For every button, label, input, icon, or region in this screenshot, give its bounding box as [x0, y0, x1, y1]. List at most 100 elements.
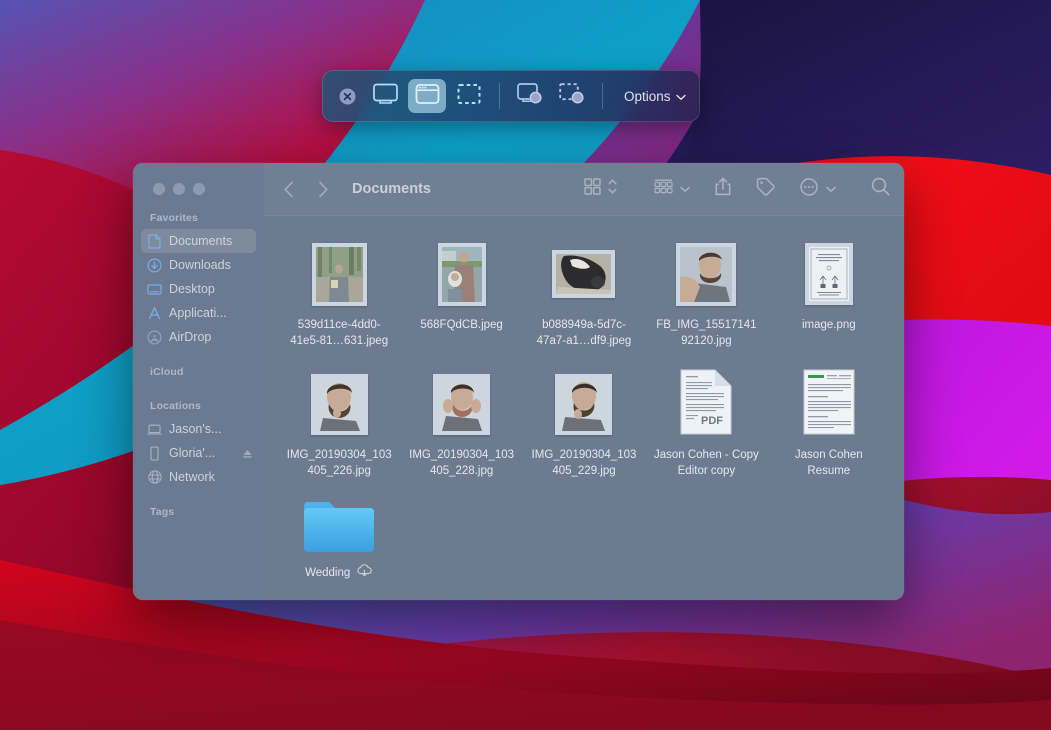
- file-item[interactable]: PDF Jason Cohen - Copy Editor copy: [645, 365, 767, 495]
- chevron-right-icon[interactable]: [310, 176, 336, 202]
- sidebar-item-label: AirDrop: [169, 330, 212, 344]
- icloud-download-icon[interactable]: [356, 564, 373, 583]
- tag-button[interactable]: [756, 177, 775, 201]
- sidebar-item-airdrop[interactable]: AirDrop: [141, 325, 256, 349]
- sidebar-item-desktop[interactable]: Desktop: [141, 277, 256, 301]
- globe-icon: [147, 470, 162, 485]
- search-icon: [871, 177, 890, 201]
- file-thumbnail: [803, 369, 855, 439]
- file-thumbnail: [804, 239, 853, 309]
- file-name: FB_IMG_15517141 92120.jpg: [656, 319, 757, 347]
- sidebar-section-locations: Locations: [150, 400, 201, 412]
- sidebar-item-glorias-iphone[interactable]: Gloria'...: [141, 441, 256, 465]
- file-thumbnail: [555, 369, 613, 439]
- file-thumbnail: [433, 369, 491, 439]
- sidebar-item-applications[interactable]: Applicati...: [141, 301, 256, 325]
- capture-selected-window-button[interactable]: [408, 79, 446, 113]
- icon-view-button[interactable]: [584, 178, 617, 200]
- capture-entire-screen-button[interactable]: [366, 79, 404, 113]
- chevron-left-icon[interactable]: [276, 176, 302, 202]
- more-actions-button[interactable]: [800, 177, 836, 201]
- toolbar-divider-1: [499, 83, 500, 109]
- record-entire-screen-button[interactable]: [511, 79, 549, 113]
- file-name: image.png: [801, 319, 856, 331]
- sidebar-section-favorites: Favorites: [150, 212, 199, 224]
- chevron-down-icon: [680, 180, 690, 198]
- finder-main-pane: Documents 539d11ce-4dd0-41e5-81…631.jpeg…: [264, 163, 904, 600]
- capture-selected-portion-icon: [457, 83, 481, 110]
- laptop-icon: [147, 422, 162, 437]
- photo-thumb-portrait-chin: [559, 377, 609, 431]
- minimize-window-button[interactable]: [173, 183, 185, 195]
- file-item[interactable]: 568FQdCB.jpeg: [400, 235, 522, 365]
- record-selected-portion-button[interactable]: [553, 79, 591, 113]
- iphone-icon: [147, 445, 162, 461]
- options-button[interactable]: Options: [624, 89, 686, 104]
- capture-selected-window-icon: [415, 83, 440, 110]
- group-by-button[interactable]: [654, 179, 690, 200]
- file-item[interactable]: b088949a-5d7c-47a7-a1…df9.jpeg: [523, 235, 645, 365]
- file-name: IMG_20190304_103405_228.jpg: [409, 449, 515, 477]
- sidebar-item-label: Gloria'...: [169, 446, 216, 460]
- file-item[interactable]: IMG_20190304_103405_229.jpg: [523, 365, 645, 495]
- file-item[interactable]: Wedding: [278, 495, 400, 600]
- file-thumbnail: [311, 239, 367, 309]
- file-item[interactable]: 539d11ce-4dd0-41e5-81…631.jpeg: [278, 235, 400, 365]
- capture-entire-screen-icon: [372, 83, 398, 110]
- photo-thumb-portrait-man: [680, 246, 733, 302]
- photo-thumb-portrait-thinking: [314, 377, 364, 431]
- sidebar-item-downloads[interactable]: Downloads: [141, 253, 256, 277]
- close-icon[interactable]: [339, 88, 356, 105]
- options-label: Options: [624, 88, 671, 104]
- downloads-icon: [147, 257, 162, 273]
- applications-icon: [147, 306, 162, 321]
- file-thumbnail: [437, 239, 486, 309]
- chevron-down-icon: [675, 89, 686, 104]
- icon-view-icon: [584, 178, 601, 200]
- sidebar-item-label: Documents: [169, 234, 233, 248]
- finder-sidebar: Favorites Documents Downloads Desktop Ap…: [133, 163, 264, 600]
- toolbar-divider-2: [602, 83, 603, 109]
- chevron-down-icon: [826, 180, 836, 198]
- tag-icon: [756, 177, 775, 201]
- desktop-icon: [147, 282, 162, 297]
- search-button[interactable]: [871, 177, 890, 201]
- file-item[interactable]: IMG_20190304_103405_228.jpg: [400, 365, 522, 495]
- file-name: IMG_20190304_103405_226.jpg: [286, 449, 392, 477]
- file-name: Jason Cohen - Copy Editor copy: [653, 449, 759, 477]
- file-item[interactable]: FB_IMG_15517141 92120.jpg: [645, 235, 767, 365]
- screenshot-capture-toolbar[interactable]: Options: [322, 70, 700, 122]
- file-thumbnail: [310, 369, 368, 439]
- share-icon: [715, 177, 731, 201]
- document-file-icon: [803, 369, 855, 440]
- sidebar-item-jasons-mac[interactable]: Jason's...: [141, 417, 256, 441]
- zoom-window-button[interactable]: [193, 183, 205, 195]
- capture-selected-portion-button[interactable]: [450, 79, 488, 113]
- sidebar-item-documents[interactable]: Documents: [141, 229, 256, 253]
- finder-window[interactable]: Favorites Documents Downloads Desktop Ap…: [133, 163, 904, 600]
- file-item[interactable]: IMG_20190304_103405_226.jpg: [278, 365, 400, 495]
- photo-thumb-portrait-hands: [437, 377, 487, 431]
- close-window-button[interactable]: [153, 183, 165, 195]
- file-thumbnail: PDF: [679, 369, 733, 439]
- sidebar-section-tags: Tags: [150, 506, 175, 518]
- file-name: IMG_20190304_103405_229.jpg: [531, 449, 637, 477]
- share-button[interactable]: [715, 177, 731, 201]
- file-name: Jason Cohen Resume: [794, 449, 863, 477]
- file-item[interactable]: Jason Cohen Resume: [768, 365, 890, 495]
- record-selected-portion-icon: [558, 82, 586, 110]
- photo-thumb-portrait-forest: [315, 246, 363, 302]
- sidebar-item-label: Desktop: [169, 282, 215, 296]
- airdrop-icon: [147, 330, 162, 345]
- file-item[interactable]: image.png: [768, 235, 890, 365]
- sort-updown-icon: [608, 178, 617, 200]
- group-by-icon: [654, 179, 673, 200]
- file-grid[interactable]: 539d11ce-4dd0-41e5-81…631.jpeg 568FQdCB.…: [264, 216, 904, 600]
- folder-icon: [303, 497, 375, 558]
- sidebar-item-label: Applicati...: [169, 306, 227, 320]
- pdf-file-icon: PDF: [679, 369, 733, 440]
- document-icon: [147, 233, 162, 249]
- window-traffic-lights[interactable]: [133, 163, 264, 195]
- sidebar-item-network[interactable]: Network: [141, 465, 256, 489]
- eject-icon[interactable]: [242, 448, 253, 459]
